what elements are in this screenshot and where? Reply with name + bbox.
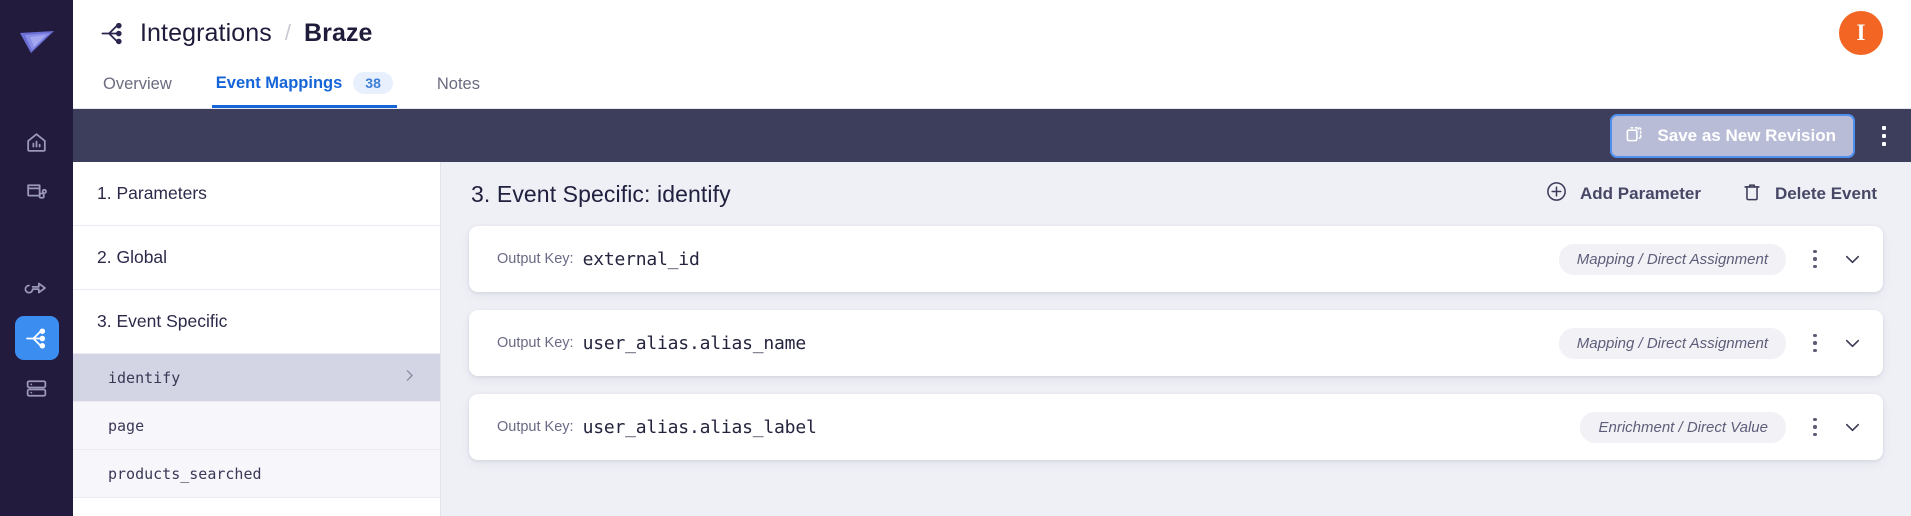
toolbar-kebab-menu-icon[interactable] bbox=[1869, 120, 1899, 152]
top-header: Integrations / Braze I bbox=[73, 0, 1911, 66]
rail-item-home[interactable] bbox=[15, 120, 59, 164]
delete-event-label: Delete Event bbox=[1774, 184, 1877, 203]
chevron-right-icon bbox=[401, 367, 418, 388]
delete-event-button[interactable]: Delete Event bbox=[1741, 181, 1877, 208]
add-parameter-button[interactable]: Add Parameter bbox=[1545, 180, 1701, 208]
trash-icon bbox=[1741, 181, 1763, 208]
plus-circle-icon bbox=[1545, 180, 1568, 208]
parameter-card[interactable]: Output Key: user_alias.alias_label Enric… bbox=[469, 394, 1883, 460]
event-detail-panel: 3. Event Specific: identify Add Paramete… bbox=[441, 162, 1911, 516]
nav-section-event-specific[interactable]: 3. Event Specific bbox=[73, 290, 440, 354]
output-key-label: Output Key: bbox=[497, 251, 574, 267]
content-body: 1. Parameters 2. Global 3. Event Specifi… bbox=[73, 162, 1911, 516]
panel-header: 3. Event Specific: identify Add Paramete… bbox=[469, 162, 1883, 226]
breadcrumb-separator: / bbox=[284, 20, 291, 45]
breadcrumb-leaf: Braze bbox=[303, 18, 373, 47]
app-root: Integrations / Braze I Overview Event Ma… bbox=[0, 0, 1911, 516]
nav-event-identify[interactable]: identify bbox=[73, 354, 440, 402]
status-badge: Enrichment / Direct Value bbox=[1580, 411, 1786, 443]
rail-item-storage[interactable] bbox=[15, 366, 59, 410]
nav-event-label: page bbox=[108, 416, 145, 435]
nav-section-parameters[interactable]: 1. Parameters bbox=[73, 162, 440, 226]
rudderstack-logo-icon[interactable] bbox=[14, 22, 60, 62]
tab-badge-count: 38 bbox=[353, 72, 393, 94]
card-kebab-menu-icon[interactable] bbox=[1798, 333, 1832, 353]
left-nav-rail bbox=[0, 0, 73, 516]
duplicate-icon bbox=[1625, 124, 1644, 148]
output-key-value: user_alias.alias_name bbox=[582, 332, 807, 354]
nav-event-label: products_searched bbox=[108, 464, 262, 483]
tab-label: Event Mappings bbox=[215, 73, 343, 92]
nav-event-label: identify bbox=[108, 368, 181, 387]
tab-bar: Overview Event Mappings 38 Notes bbox=[73, 66, 1911, 109]
database-stack-icon bbox=[24, 376, 49, 401]
parameter-card[interactable]: Output Key: external_id Mapping / Direct… bbox=[469, 226, 1883, 292]
card-kebab-menu-icon[interactable] bbox=[1798, 249, 1832, 269]
add-parameter-label: Add Parameter bbox=[1580, 184, 1701, 203]
tab-label: Notes bbox=[436, 75, 480, 93]
chevron-down-icon[interactable] bbox=[1842, 417, 1863, 438]
tab-overview[interactable]: Overview bbox=[99, 75, 176, 108]
tab-notes[interactable]: Notes bbox=[433, 75, 484, 108]
parameter-card[interactable]: Output Key: user_alias.alias_name Mappin… bbox=[469, 310, 1883, 376]
chevron-down-icon[interactable] bbox=[1842, 333, 1863, 354]
nav-section-global[interactable]: 2. Global bbox=[73, 226, 440, 290]
nav-event-page[interactable]: page bbox=[73, 402, 440, 450]
main-area: Integrations / Braze I Overview Event Ma… bbox=[73, 0, 1911, 516]
tab-event-mappings[interactable]: Event Mappings 38 bbox=[211, 72, 397, 108]
save-button-label: Save as New Revision bbox=[1657, 125, 1836, 145]
nav-section-label: 3. Event Specific bbox=[97, 311, 228, 331]
nav-section-label: 2. Global bbox=[97, 247, 168, 267]
rail-item-collect[interactable] bbox=[15, 170, 59, 214]
status-badge: Mapping / Direct Assignment bbox=[1558, 243, 1786, 275]
sources-collect-icon bbox=[24, 180, 49, 205]
save-as-new-revision-button[interactable]: Save as New Revision bbox=[1610, 113, 1855, 158]
output-key-label: Output Key: bbox=[497, 335, 574, 351]
output-key-label: Output Key: bbox=[497, 419, 574, 435]
rail-item-transformations[interactable] bbox=[15, 266, 59, 310]
page-title: 3. Event Specific: identify bbox=[471, 180, 731, 207]
home-analytics-icon bbox=[24, 130, 49, 155]
nav-section-label: 1. Parameters bbox=[97, 183, 207, 203]
card-kebab-menu-icon[interactable] bbox=[1798, 417, 1832, 437]
avatar[interactable]: I bbox=[1839, 11, 1883, 55]
nav-event-products-searched[interactable]: products_searched bbox=[73, 450, 440, 498]
status-badge: Mapping / Direct Assignment bbox=[1558, 327, 1786, 359]
integrations-node-icon bbox=[24, 326, 49, 351]
integrations-node-icon bbox=[99, 20, 126, 47]
output-key-value: user_alias.alias_label bbox=[582, 416, 817, 438]
rail-item-integrations[interactable] bbox=[14, 316, 59, 360]
tab-label: Overview bbox=[103, 75, 172, 93]
mapping-nav-list: 1. Parameters 2. Global 3. Event Specifi… bbox=[73, 162, 441, 516]
chevron-down-icon[interactable] bbox=[1842, 249, 1863, 270]
transformations-arrow-icon bbox=[24, 275, 50, 301]
output-key-value: external_id bbox=[582, 248, 700, 270]
action-toolbar: Save as New Revision bbox=[73, 109, 1911, 162]
breadcrumb-root[interactable]: Integrations bbox=[140, 19, 272, 48]
